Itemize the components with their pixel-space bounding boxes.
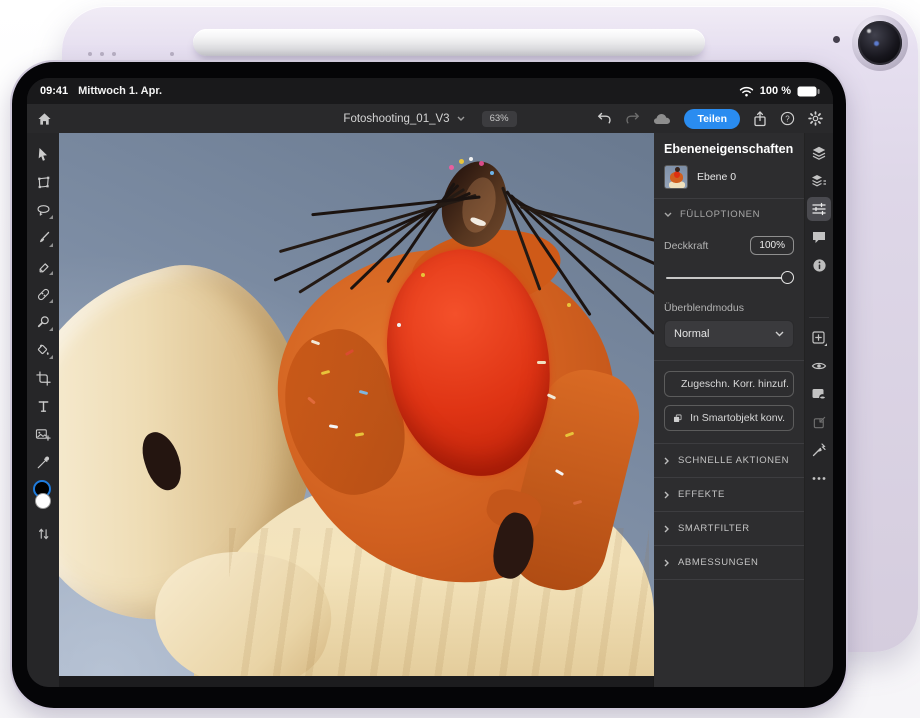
type-tool[interactable]: [29, 392, 57, 420]
hair-bead: [449, 165, 454, 170]
panel-icon-rail: [804, 133, 833, 687]
fill-options-header[interactable]: FÜLLOPTIONEN: [654, 199, 804, 230]
redo-button[interactable]: [625, 112, 640, 125]
chevron-down-icon: [664, 212, 672, 217]
dodge-tool[interactable]: [29, 308, 57, 336]
hair-bead: [397, 323, 401, 327]
speaker-hole: [100, 52, 104, 56]
chevron-down-icon: [457, 116, 465, 121]
rear-camera-lens: [858, 21, 902, 65]
eraser-tool[interactable]: [29, 252, 57, 280]
cloud-sync-icon[interactable]: [653, 113, 671, 125]
opacity-label: Deckkraft: [664, 240, 708, 252]
camera-highlight: [867, 29, 871, 33]
layer-properties-icon[interactable]: [807, 169, 831, 193]
add-clipped-adjustment-button[interactable]: Zugeschn. Korr. hinzuf.: [664, 371, 794, 397]
opacity-slider[interactable]: [666, 271, 792, 284]
opacity-slider-knob[interactable]: [781, 271, 794, 284]
document-title[interactable]: Fotoshooting_01_V3: [343, 113, 449, 125]
layer-properties-panel: Ebeneneigenschaften Ebene 0 FÜLLOPTIONEN…: [653, 133, 804, 687]
canvas-area[interactable]: [59, 133, 653, 687]
blend-mode-label: Überblendmodus: [664, 302, 744, 314]
convert-smart-object-button[interactable]: In Smartobjekt konv.: [664, 405, 794, 431]
adjustments-sliders-icon[interactable]: [807, 197, 831, 221]
zoom-level-badge[interactable]: 63%: [482, 111, 517, 127]
settings-gear-icon[interactable]: [808, 111, 823, 126]
hair-bead: [567, 303, 571, 307]
effects-brush-icon[interactable]: [807, 438, 831, 462]
svg-text:?: ?: [785, 114, 790, 123]
layer-row[interactable]: Ebene 0: [654, 163, 804, 198]
ipad-screen: 09:41 Mittwoch 1. Apr. 100 %: [27, 78, 833, 687]
section-smart-filter[interactable]: SMARTFILTER: [654, 512, 804, 545]
home-button[interactable]: [37, 112, 52, 126]
export-share-sheet-icon[interactable]: [753, 111, 767, 127]
eyedropper-tool[interactable]: [29, 448, 57, 476]
wifi-icon: [739, 86, 754, 97]
hair-bead: [490, 171, 494, 175]
opacity-value[interactable]: 100%: [750, 236, 794, 255]
hair-bead: [479, 161, 484, 166]
date-label: Mittwoch 1. Apr.: [78, 85, 162, 97]
speaker-hole: [112, 52, 116, 56]
add-layer-icon[interactable]: [807, 326, 831, 350]
healing-brush-tool[interactable]: [29, 280, 57, 308]
comments-icon[interactable]: [807, 225, 831, 249]
status-bar: 09:41 Mittwoch 1. Apr. 100 %: [27, 78, 833, 104]
photo-canvas[interactable]: [59, 133, 654, 676]
more-options-icon[interactable]: [807, 466, 831, 490]
chevron-down-icon: [775, 331, 784, 337]
speaker-hole: [88, 52, 92, 56]
hair-bead: [459, 159, 464, 164]
fill-tool[interactable]: [29, 336, 57, 364]
chevron-right-icon: [664, 491, 669, 499]
clock: 09:41: [40, 85, 68, 97]
microphone-dot: [833, 36, 840, 43]
speaker-hole: [170, 52, 174, 56]
share-button[interactable]: Teilen: [684, 109, 740, 129]
battery-percent: 100 %: [760, 85, 791, 97]
layers-icon[interactable]: [807, 141, 831, 165]
battery-icon: [797, 86, 820, 97]
chevron-right-icon: [664, 559, 669, 567]
place-image-tool[interactable]: [29, 420, 57, 448]
background-color-chip[interactable]: [35, 493, 51, 509]
lasso-tool[interactable]: [29, 196, 57, 224]
color-chips[interactable]: [29, 480, 57, 520]
app-toolbar: Fotoshooting_01_V3 63% Teilen: [27, 104, 833, 133]
preview-image-icon[interactable]: [807, 382, 831, 406]
import-icon[interactable]: [807, 410, 831, 434]
jacket-pin: [537, 361, 546, 364]
layer-thumbnail: [664, 165, 688, 189]
hair-bead: [421, 273, 425, 277]
chevron-right-icon: [664, 457, 669, 465]
help-icon[interactable]: ?: [780, 111, 795, 126]
camera-glint: [874, 41, 879, 46]
crop-tool[interactable]: [29, 364, 57, 392]
panel-title: Ebeneneigenschaften: [654, 133, 804, 163]
marketing-scene: 09:41 Mittwoch 1. Apr. 100 %: [0, 0, 920, 718]
swap-colors-button[interactable]: [29, 520, 57, 548]
transform-tool[interactable]: [29, 168, 57, 196]
info-icon[interactable]: [807, 253, 831, 277]
section-dimensions[interactable]: ABMESSUNGEN: [654, 546, 804, 579]
layer-name: Ebene 0: [697, 171, 736, 183]
hair-bead: [469, 157, 473, 161]
blend-mode-select[interactable]: Normal: [664, 320, 794, 348]
workspace: Ebeneneigenschaften Ebene 0 FÜLLOPTIONEN…: [27, 133, 833, 687]
smart-object-icon: [673, 412, 682, 425]
toggle-visibility-icon[interactable]: [807, 354, 831, 378]
section-quick-actions[interactable]: SCHNELLE AKTIONEN: [654, 444, 804, 477]
tool-rail: [27, 133, 59, 687]
brush-tool[interactable]: [29, 224, 57, 252]
apple-pencil: [193, 29, 705, 56]
chevron-right-icon: [664, 525, 669, 533]
move-tool[interactable]: [29, 140, 57, 168]
section-effects[interactable]: EFFEKTE: [654, 478, 804, 511]
undo-button[interactable]: [597, 112, 612, 125]
